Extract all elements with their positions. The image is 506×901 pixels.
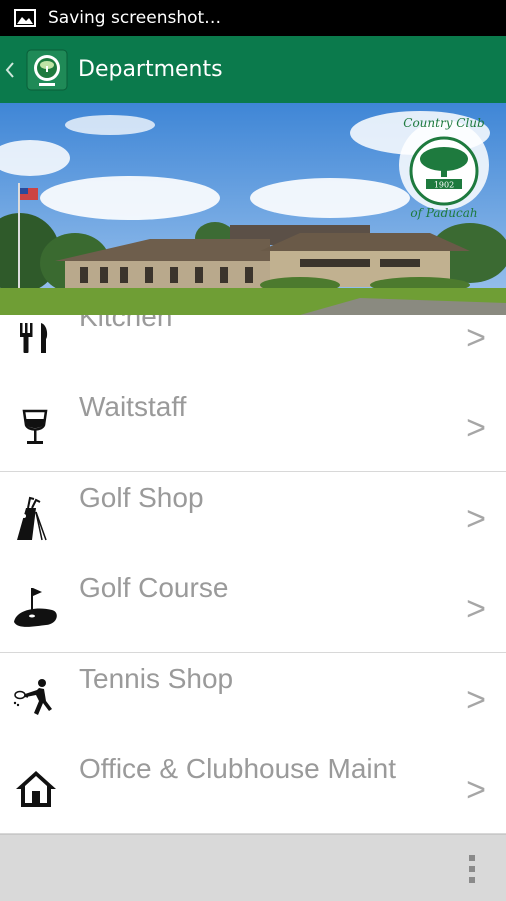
image-icon — [14, 9, 36, 27]
chevron-right-icon: > — [466, 500, 486, 538]
utensils-icon — [20, 323, 48, 353]
house-icon — [16, 771, 56, 807]
chevron-right-icon: > — [466, 681, 486, 719]
logo-line-1: Country Club — [403, 116, 484, 130]
logo-line-2: of Paducah — [410, 206, 477, 220]
row-label: Office & Clubhouse Maint — [79, 753, 396, 784]
row-label: Tennis Shop — [79, 663, 234, 694]
action-bar: Departments — [0, 36, 506, 103]
chevron-right-icon: > — [466, 319, 486, 357]
status-text: Saving screenshot… — [48, 8, 222, 28]
chevron-right-icon: > — [466, 409, 486, 447]
list-item-golf-shop[interactable]: Golf Shop > — [0, 472, 506, 563]
chevron-right-icon: > — [466, 771, 486, 809]
list-item-golf-course[interactable]: Golf Course > — [0, 562, 506, 653]
golf-bag-icon — [17, 496, 47, 541]
list-item-kitchen[interactable]: Kitchen > — [0, 315, 506, 382]
up-caret-icon[interactable] — [4, 60, 16, 80]
chevron-right-icon: > — [466, 590, 486, 628]
screen-title: Departments — [78, 57, 223, 82]
golf-flag-icon — [14, 588, 57, 627]
tennis-player-icon — [13, 679, 52, 715]
row-label: Golf Shop — [79, 482, 204, 513]
row-label: Waitstaff — [79, 391, 187, 422]
department-list: Kitchen > Waitstaff > Golf Shop > Golf C… — [0, 315, 506, 834]
status-bar: Saving screenshot… — [0, 0, 506, 36]
bottom-bar — [0, 834, 506, 901]
club-logo[interactable] — [26, 49, 68, 91]
wine-glass-icon — [22, 409, 48, 444]
hero-image: 1902 Country Club of Paducah — [0, 103, 506, 315]
list-item-tennis-shop[interactable]: Tennis Shop > — [0, 653, 506, 744]
overflow-menu-icon[interactable] — [468, 853, 476, 885]
list-item-office-clubhouse[interactable]: Office & Clubhouse Maint > — [0, 743, 506, 834]
row-label: Kitchen — [79, 315, 173, 332]
list-item-waitstaff[interactable]: Waitstaff > — [0, 381, 506, 472]
row-label: Golf Course — [79, 572, 229, 603]
logo-year: 1902 — [434, 181, 454, 190]
